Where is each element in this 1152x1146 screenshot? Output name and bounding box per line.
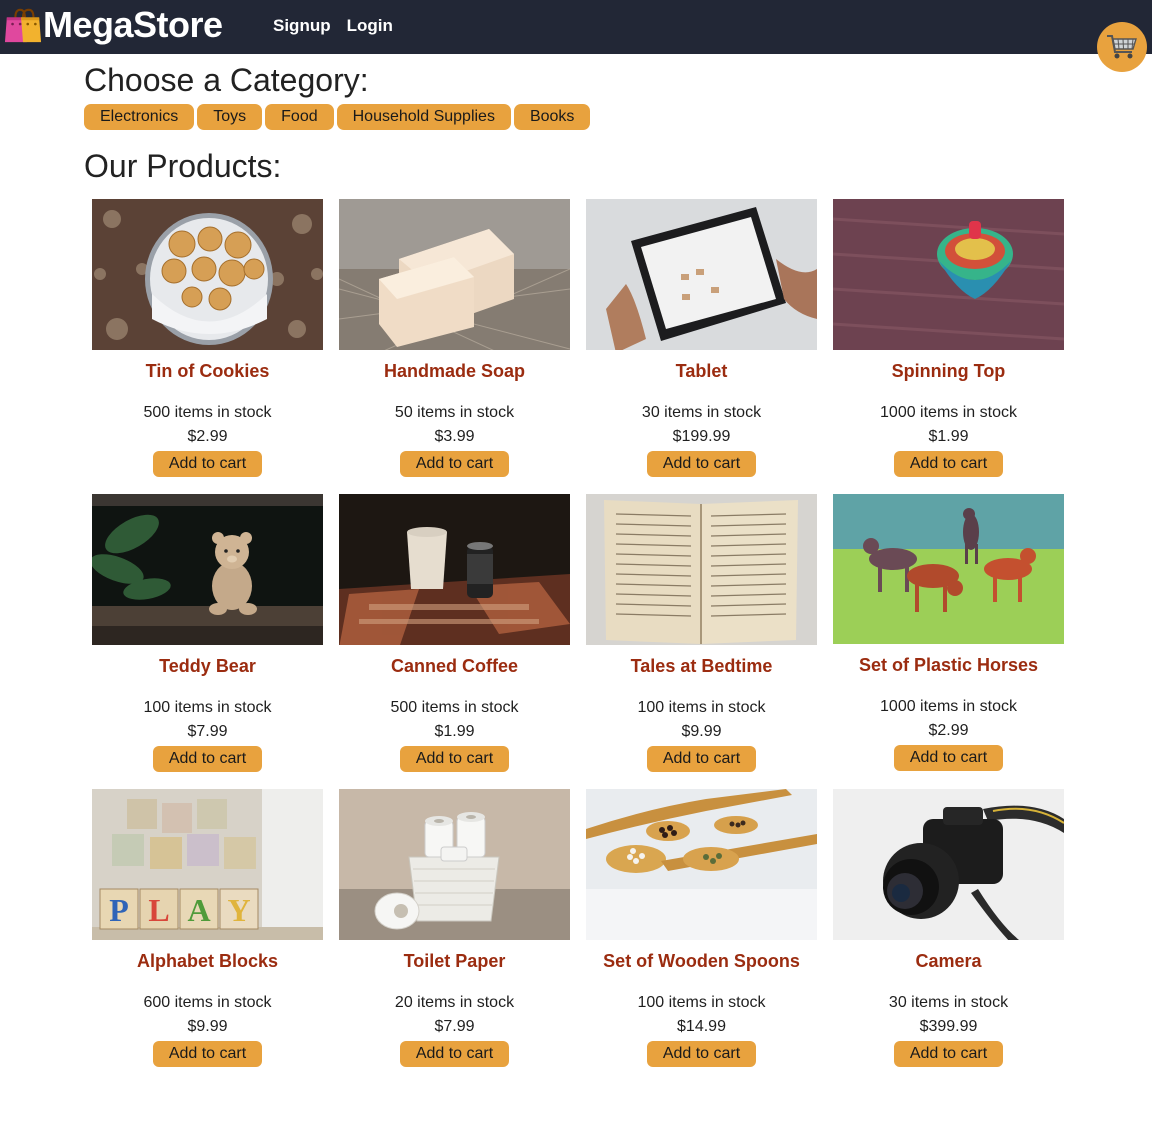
product-card: P L A Y Alphabet Blocks 600 items in sto…	[84, 789, 331, 1067]
cookies-photo[interactable]	[92, 199, 323, 350]
product-name[interactable]: Set of Wooden Spoons	[603, 950, 800, 972]
camera-photo[interactable]	[833, 789, 1064, 940]
product-card: Tin of Cookies 500 items in stock $2.99 …	[84, 199, 331, 477]
add-to-cart-button[interactable]: Add to cart	[894, 745, 1003, 771]
add-to-cart-button[interactable]: Add to cart	[400, 746, 509, 772]
product-price: $14.99	[677, 1018, 726, 1035]
add-to-cart-button[interactable]: Add to cart	[647, 746, 756, 772]
nav-signup-link[interactable]: Signup	[273, 16, 331, 36]
product-name[interactable]: Spinning Top	[892, 360, 1006, 382]
product-name[interactable]: Set of Plastic Horses	[859, 654, 1038, 676]
product-price: $9.99	[187, 1018, 228, 1035]
add-to-cart-button[interactable]: Add to cart	[647, 451, 756, 477]
products-heading: Our Products:	[84, 148, 282, 184]
product-name[interactable]: Toilet Paper	[404, 950, 506, 972]
product-name[interactable]: Tin of Cookies	[146, 360, 270, 382]
category-list: Electronics Toys Food Household Supplies…	[84, 104, 591, 130]
tablet-photo[interactable]	[586, 199, 817, 350]
product-name[interactable]: Tablet	[676, 360, 728, 382]
product-name[interactable]: Camera	[915, 950, 981, 972]
main-nav: Signup Login	[273, 16, 393, 36]
product-name[interactable]: Canned Coffee	[391, 655, 518, 677]
product-price: $199.99	[672, 428, 731, 445]
book-photo[interactable]	[586, 494, 817, 645]
product-price: $1.99	[434, 723, 475, 740]
cart-button[interactable]	[1097, 22, 1147, 72]
product-stock: 30 items in stock	[888, 994, 1009, 1011]
shopping-bag-icon	[4, 8, 42, 43]
product-card: Tales at Bedtime 100 items in stock $9.9…	[578, 494, 825, 772]
product-card: Teddy Bear 100 items in stock $7.99 Add …	[84, 494, 331, 772]
product-card: Set of Wooden Spoons 100 items in stock …	[578, 789, 825, 1067]
product-card: Canned Coffee 500 items in stock $1.99 A…	[331, 494, 578, 772]
product-grid: Tin of Cookies 500 items in stock $2.99 …	[84, 199, 1072, 1067]
svg-text:P: P	[109, 892, 129, 928]
product-card: Spinning Top 1000 items in stock $1.99 A…	[825, 199, 1072, 477]
teddy-bear-photo[interactable]	[92, 494, 323, 645]
category-household-supplies-button[interactable]: Household Supplies	[336, 104, 511, 130]
product-price: $2.99	[187, 428, 228, 445]
product-price: $7.99	[434, 1018, 475, 1035]
product-stock: 20 items in stock	[394, 994, 515, 1011]
category-toys-button[interactable]: Toys	[197, 104, 263, 130]
product-card: Camera 30 items in stock $399.99 Add to …	[825, 789, 1072, 1067]
add-to-cart-button[interactable]: Add to cart	[647, 1041, 756, 1067]
product-stock: 30 items in stock	[641, 404, 762, 421]
add-to-cart-button[interactable]: Add to cart	[400, 1041, 509, 1067]
brand-logo[interactable]: MegaStore	[4, 5, 223, 45]
add-to-cart-button[interactable]: Add to cart	[153, 746, 262, 772]
toilet-paper-photo[interactable]	[339, 789, 570, 940]
product-name[interactable]: Tales at Bedtime	[631, 655, 773, 677]
product-card: Tablet 30 items in stock $199.99 Add to …	[578, 199, 825, 477]
product-stock: 100 items in stock	[637, 994, 766, 1011]
svg-text:A: A	[187, 892, 210, 928]
product-price: $1.99	[928, 428, 969, 445]
plastic-horses-photo[interactable]	[833, 494, 1064, 644]
product-name[interactable]: Alphabet Blocks	[137, 950, 278, 972]
category-electronics-button[interactable]: Electronics	[84, 104, 195, 130]
brand-name: MegaStore	[43, 4, 223, 45]
product-price: $7.99	[187, 723, 228, 740]
alphabet-blocks-photo[interactable]: P L A Y	[92, 789, 323, 940]
product-stock: 100 items in stock	[143, 699, 272, 716]
top-navbar: MegaStore Signup Login	[0, 0, 1152, 54]
product-name[interactable]: Handmade Soap	[384, 360, 525, 382]
product-card: Toilet Paper 20 items in stock $7.99 Add…	[331, 789, 578, 1067]
svg-text:Y: Y	[227, 892, 250, 928]
product-price: $399.99	[919, 1018, 978, 1035]
add-to-cart-button[interactable]: Add to cart	[400, 451, 509, 477]
product-stock: 500 items in stock	[143, 404, 272, 421]
add-to-cart-button[interactable]: Add to cart	[894, 451, 1003, 477]
category-heading: Choose a Category:	[84, 62, 369, 98]
canned-coffee-photo[interactable]	[339, 494, 570, 645]
svg-text:L: L	[148, 892, 169, 928]
product-name[interactable]: Teddy Bear	[159, 655, 256, 677]
product-price: $9.99	[681, 723, 722, 740]
wooden-spoons-photo[interactable]	[586, 789, 817, 940]
product-stock: 1000 items in stock	[880, 698, 1017, 715]
product-card: Handmade Soap 50 items in stock $3.99 Ad…	[331, 199, 578, 477]
product-price: $2.99	[928, 722, 969, 739]
product-stock: 600 items in stock	[143, 994, 272, 1011]
product-stock: 50 items in stock	[394, 404, 515, 421]
product-stock: 1000 items in stock	[880, 404, 1017, 421]
nav-login-link[interactable]: Login	[347, 16, 393, 36]
shopping-cart-icon	[1107, 35, 1137, 59]
add-to-cart-button[interactable]: Add to cart	[153, 1041, 262, 1067]
product-stock: 100 items in stock	[637, 699, 766, 716]
product-price: $3.99	[434, 428, 475, 445]
soap-photo[interactable]	[339, 199, 570, 350]
category-food-button[interactable]: Food	[265, 104, 334, 130]
category-books-button[interactable]: Books	[513, 104, 591, 130]
add-to-cart-button[interactable]: Add to cart	[153, 451, 262, 477]
product-card: Set of Plastic Horses 1000 items in stoc…	[825, 494, 1072, 772]
spinning-top-photo[interactable]	[833, 199, 1064, 350]
add-to-cart-button[interactable]: Add to cart	[894, 1041, 1003, 1067]
product-stock: 500 items in stock	[390, 699, 519, 716]
